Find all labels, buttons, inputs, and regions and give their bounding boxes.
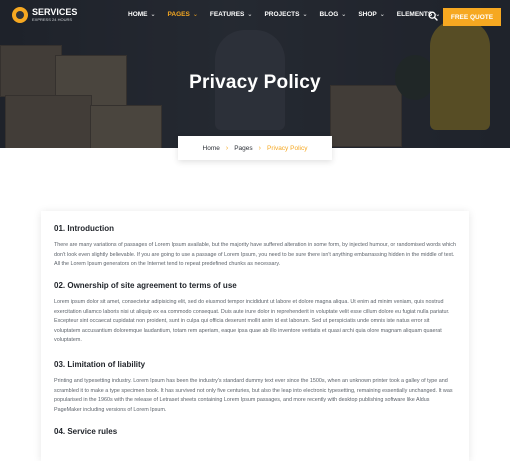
- menu-item-label: HOME: [128, 11, 148, 18]
- logo[interactable]: SERVICES EXPRESS 24 HOURS: [12, 7, 77, 23]
- menu-item-label: BLOG: [319, 11, 339, 18]
- menu-item-label: PAGES: [167, 11, 190, 18]
- chevron-right-icon: ›: [258, 144, 261, 152]
- main-nav: SERVICES EXPRESS 24 HOURS HOME ⌄ PAGES ⌄ F…: [0, 0, 510, 32]
- menu-item-pages[interactable]: PAGES ⌄: [168, 11, 198, 18]
- section-title: 04. Service rules: [54, 427, 118, 436]
- menu-item-shop[interactable]: SHOP ⌄: [358, 11, 384, 18]
- free-quote-button[interactable]: FREE QUOTE: [443, 8, 501, 26]
- menu-item-blog[interactable]: BLOG ⌄: [320, 11, 347, 18]
- breadcrumb-current: Privacy Policy: [267, 144, 308, 152]
- chevron-right-icon: ›: [225, 144, 229, 152]
- menu: HOME ⌄ PAGES ⌄ FEATURES ⌄ PROJECTS ⌄ BLOG ⌄ S…: [128, 11, 452, 18]
- menu-item-label: SHOP: [358, 11, 377, 18]
- menu-item-label: PROJECTS: [264, 11, 300, 18]
- menu-item-features[interactable]: FEATURES ⌄: [210, 11, 253, 18]
- policy-section: 01. Introduction There are many variatio…: [54, 224, 456, 270]
- section-body: Printing and typesetting industry. Lorem…: [54, 378, 453, 413]
- chevron-down-icon: ⌄: [379, 12, 385, 18]
- logo-icon: [12, 7, 28, 23]
- policy-section: 04. Service rules: [54, 427, 456, 444]
- search-icon[interactable]: [428, 11, 438, 21]
- policy-section: 03. Limitation of liability Printing and…: [54, 360, 456, 415]
- page-title: Privacy Policy: [189, 72, 321, 93]
- policy-content-card: 01. Introduction There are many variatio…: [41, 211, 469, 461]
- section-body: There are many variations of passages of…: [54, 242, 457, 268]
- section-body: Lorem ipsum dolor sit amet, consectetur …: [54, 299, 450, 344]
- menu-item-label: ELEMENTS: [396, 11, 433, 18]
- section-title: 01. Introduction: [54, 224, 114, 233]
- menu-item-label: FEATURES: [209, 11, 245, 18]
- chevron-down-icon: ⌄: [247, 12, 253, 18]
- breadcrumb-pages-link[interactable]: Pages: [234, 145, 252, 152]
- logo-tagline: EXPRESS 24 HOURS: [32, 17, 73, 22]
- section-title: 02. Ownership of site agreement to terms…: [54, 281, 237, 290]
- chevron-down-icon: ⌄: [341, 12, 347, 18]
- menu-item-home[interactable]: HOME ⌄: [128, 11, 156, 18]
- chevron-down-icon: ⌄: [150, 12, 156, 18]
- breadcrumb: Home › Pages › Privacy Policy: [178, 136, 332, 160]
- chevron-down-icon: ⌄: [302, 12, 308, 18]
- breadcrumb-home-link[interactable]: Home: [203, 145, 220, 152]
- logo-name: SERVICES: [32, 7, 78, 17]
- policy-section: 02. Ownership of site agreement to terms…: [54, 281, 456, 346]
- chevron-down-icon: ⌄: [192, 12, 198, 18]
- section-title: 03. Limitation of liability: [54, 360, 146, 369]
- menu-item-projects[interactable]: PROJECTS ⌄: [264, 11, 307, 18]
